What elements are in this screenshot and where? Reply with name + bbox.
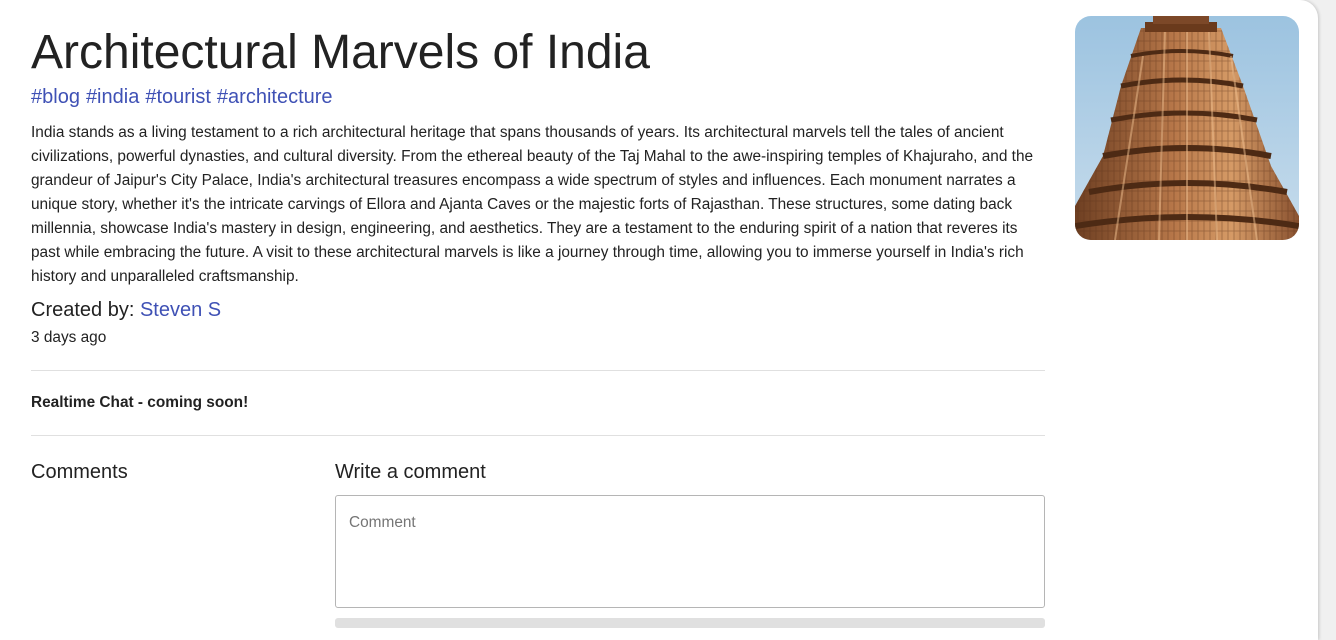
tag-list: #blog #india #tourist #architecture	[31, 84, 339, 110]
chat-note: Realtime Chat - coming soon!	[31, 394, 249, 411]
divider	[31, 370, 1045, 371]
write-comment-heading: Write a comment	[335, 461, 486, 483]
tag-india[interactable]: #india	[86, 86, 139, 108]
created-by: Created by: Steven S	[31, 297, 221, 323]
post-card: Architectural Marvels of India #blog #ind…	[0, 0, 1318, 640]
tag-tourist[interactable]: #tourist	[145, 86, 211, 108]
author-link[interactable]: Steven S	[140, 299, 221, 321]
post-image	[1075, 16, 1299, 240]
comments-heading: Comments	[31, 461, 128, 483]
comment-input[interactable]	[335, 495, 1045, 608]
tower-photo-icon	[1075, 16, 1299, 240]
post-timestamp: 3 days ago	[31, 329, 107, 346]
tag-blog[interactable]: #blog	[31, 86, 80, 108]
created-by-label: Created by:	[31, 299, 135, 321]
post-title: Architectural Marvels of India	[31, 26, 650, 79]
divider	[31, 435, 1045, 436]
post-body: India stands as a living testament to a …	[31, 124, 1034, 285]
tag-architecture[interactable]: #architecture	[217, 86, 333, 108]
submit-comment-button[interactable]	[335, 618, 1045, 628]
